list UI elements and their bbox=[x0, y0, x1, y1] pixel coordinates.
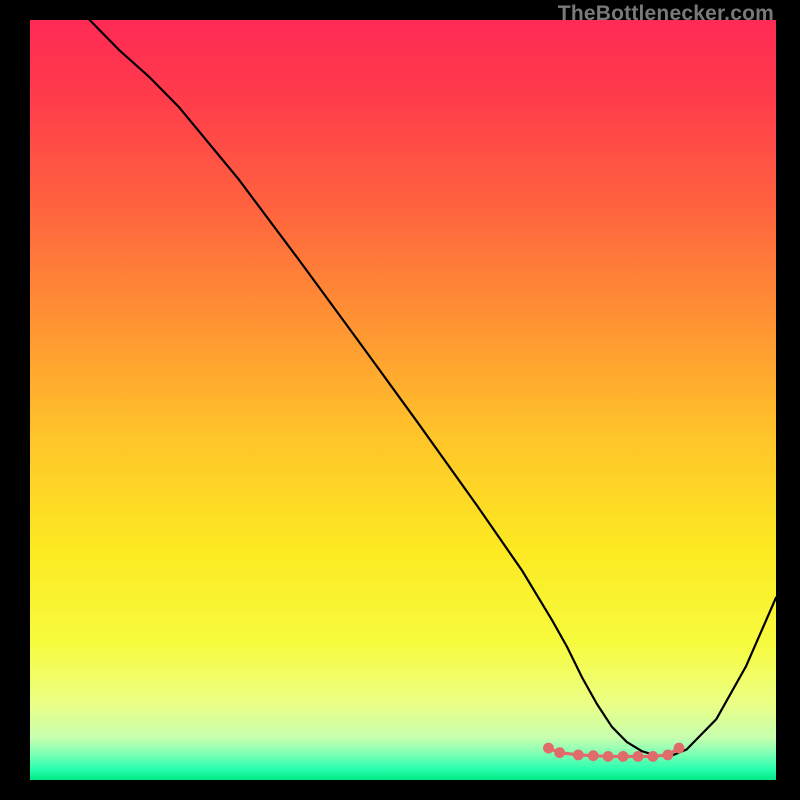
optimum-dot bbox=[674, 743, 685, 754]
optimum-dot bbox=[573, 750, 584, 761]
optimum-dot bbox=[603, 751, 614, 762]
optimum-dot bbox=[543, 743, 554, 754]
optimum-dot bbox=[633, 751, 644, 762]
optimum-dot bbox=[588, 750, 599, 761]
optimum-dot bbox=[554, 747, 565, 758]
watermark-text: TheBottlenecker.com bbox=[558, 2, 774, 26]
optimum-dot bbox=[618, 751, 629, 762]
optimum-dot bbox=[662, 750, 673, 761]
chart-frame bbox=[30, 20, 776, 780]
optimum-dot bbox=[648, 751, 659, 762]
gradient-background bbox=[30, 20, 776, 780]
bottleneck-chart bbox=[30, 20, 776, 780]
